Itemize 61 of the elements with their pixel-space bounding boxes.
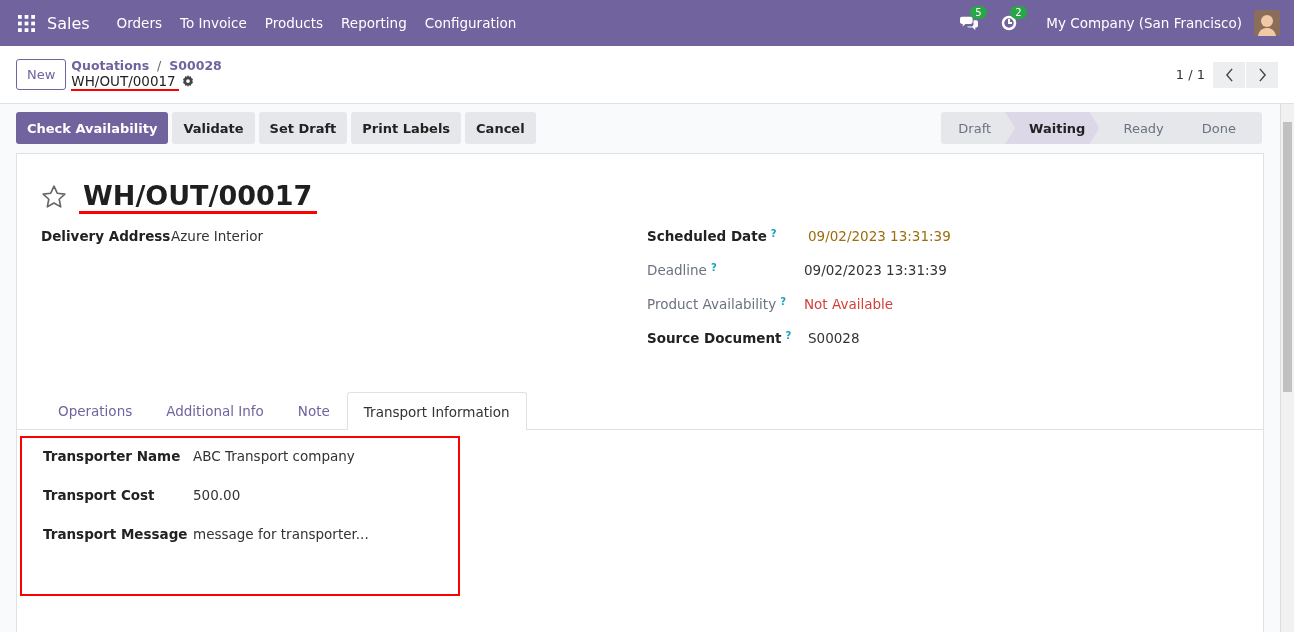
status-stage[interactable]: Draft [941,112,1006,144]
field-value: Azure Interior [171,228,263,244]
scrollbar-thumb[interactable] [1283,122,1292,392]
notebook-tab[interactable]: Operations [41,392,150,429]
field-label: Source Document [647,330,782,346]
action-button[interactable]: Validate [172,112,255,144]
new-button[interactable]: New [16,59,67,90]
field-label: Scheduled Date [647,228,767,244]
breadcrumb-separator: / [157,58,162,73]
field-label: Delivery Address [41,228,171,244]
status-stage[interactable]: Ready [1099,112,1178,144]
help-tooltip-icon[interactable]: ? [785,330,792,341]
chevron-right-icon [1257,67,1267,82]
chat-icon[interactable] [960,15,979,31]
menu-item[interactable]: Products [255,15,333,31]
field-label: Transport Cost [43,487,156,503]
field-value: Not Available [804,296,894,312]
notebook-tab[interactable]: Transport Information [346,392,527,430]
message-count-badge: 5 [970,6,987,19]
record-title: WH/OUT/00017 [83,180,314,211]
action-button[interactable]: Print Labels [351,112,462,144]
chevron-left-icon [1224,67,1234,82]
field-label: Transporter Name [43,448,182,464]
menu-item[interactable]: Configuration [415,15,526,31]
notebook-tab[interactable]: Note [280,392,347,429]
menu-item[interactable]: To Invoice [171,15,256,31]
help-tooltip-icon[interactable]: ? [710,262,717,273]
menu-item[interactable]: Orders [107,15,171,31]
field-value: message for transporter... [193,526,369,542]
field-label: Transport Message [43,526,189,542]
help-tooltip-icon[interactable]: ? [770,228,777,239]
previous-button[interactable] [1213,61,1245,88]
status-stage[interactable]: Waiting [1005,112,1100,144]
settings-icon[interactable] [181,75,194,87]
clock-icon[interactable] [1000,15,1019,31]
notebook-tab[interactable]: Additional Info [149,392,281,429]
user-avatar[interactable] [1254,10,1280,36]
action-button[interactable]: Set Draft [258,112,348,144]
field-label: Product Availability [647,296,777,312]
pager-counter: 1 / 1 [1175,67,1205,82]
company-switcher[interactable]: My Company (San Francisco) [1046,15,1242,31]
scrollbar[interactable] [1280,104,1294,632]
activity-count-badge: 2 [1010,6,1027,19]
field-value: 500.00 [193,487,241,503]
field-label: Deadline [647,262,707,278]
menu-item[interactable]: Reporting [332,15,416,31]
field-value: ABC Transport company [193,448,355,464]
field-value: 09/02/2023 13:31:39 [804,262,947,278]
action-button[interactable]: Cancel [465,112,536,144]
field-value: S00028 [807,330,860,346]
star-icon[interactable] [41,184,67,210]
next-button[interactable] [1246,61,1278,88]
apps-grid-icon[interactable] [18,14,35,32]
breadcrumb-link[interactable]: S00028 [169,58,222,73]
record-name: WH/OUT/00017 [71,73,176,89]
breadcrumb-link[interactable]: Quotations [71,58,150,73]
primary-button[interactable]: Check Availability [16,112,169,144]
field-value: 09/02/2023 13:31:39 [807,228,951,244]
status-stage[interactable]: Done [1177,112,1262,144]
app-name[interactable]: Sales [47,13,100,33]
help-tooltip-icon[interactable]: ? [780,296,786,307]
